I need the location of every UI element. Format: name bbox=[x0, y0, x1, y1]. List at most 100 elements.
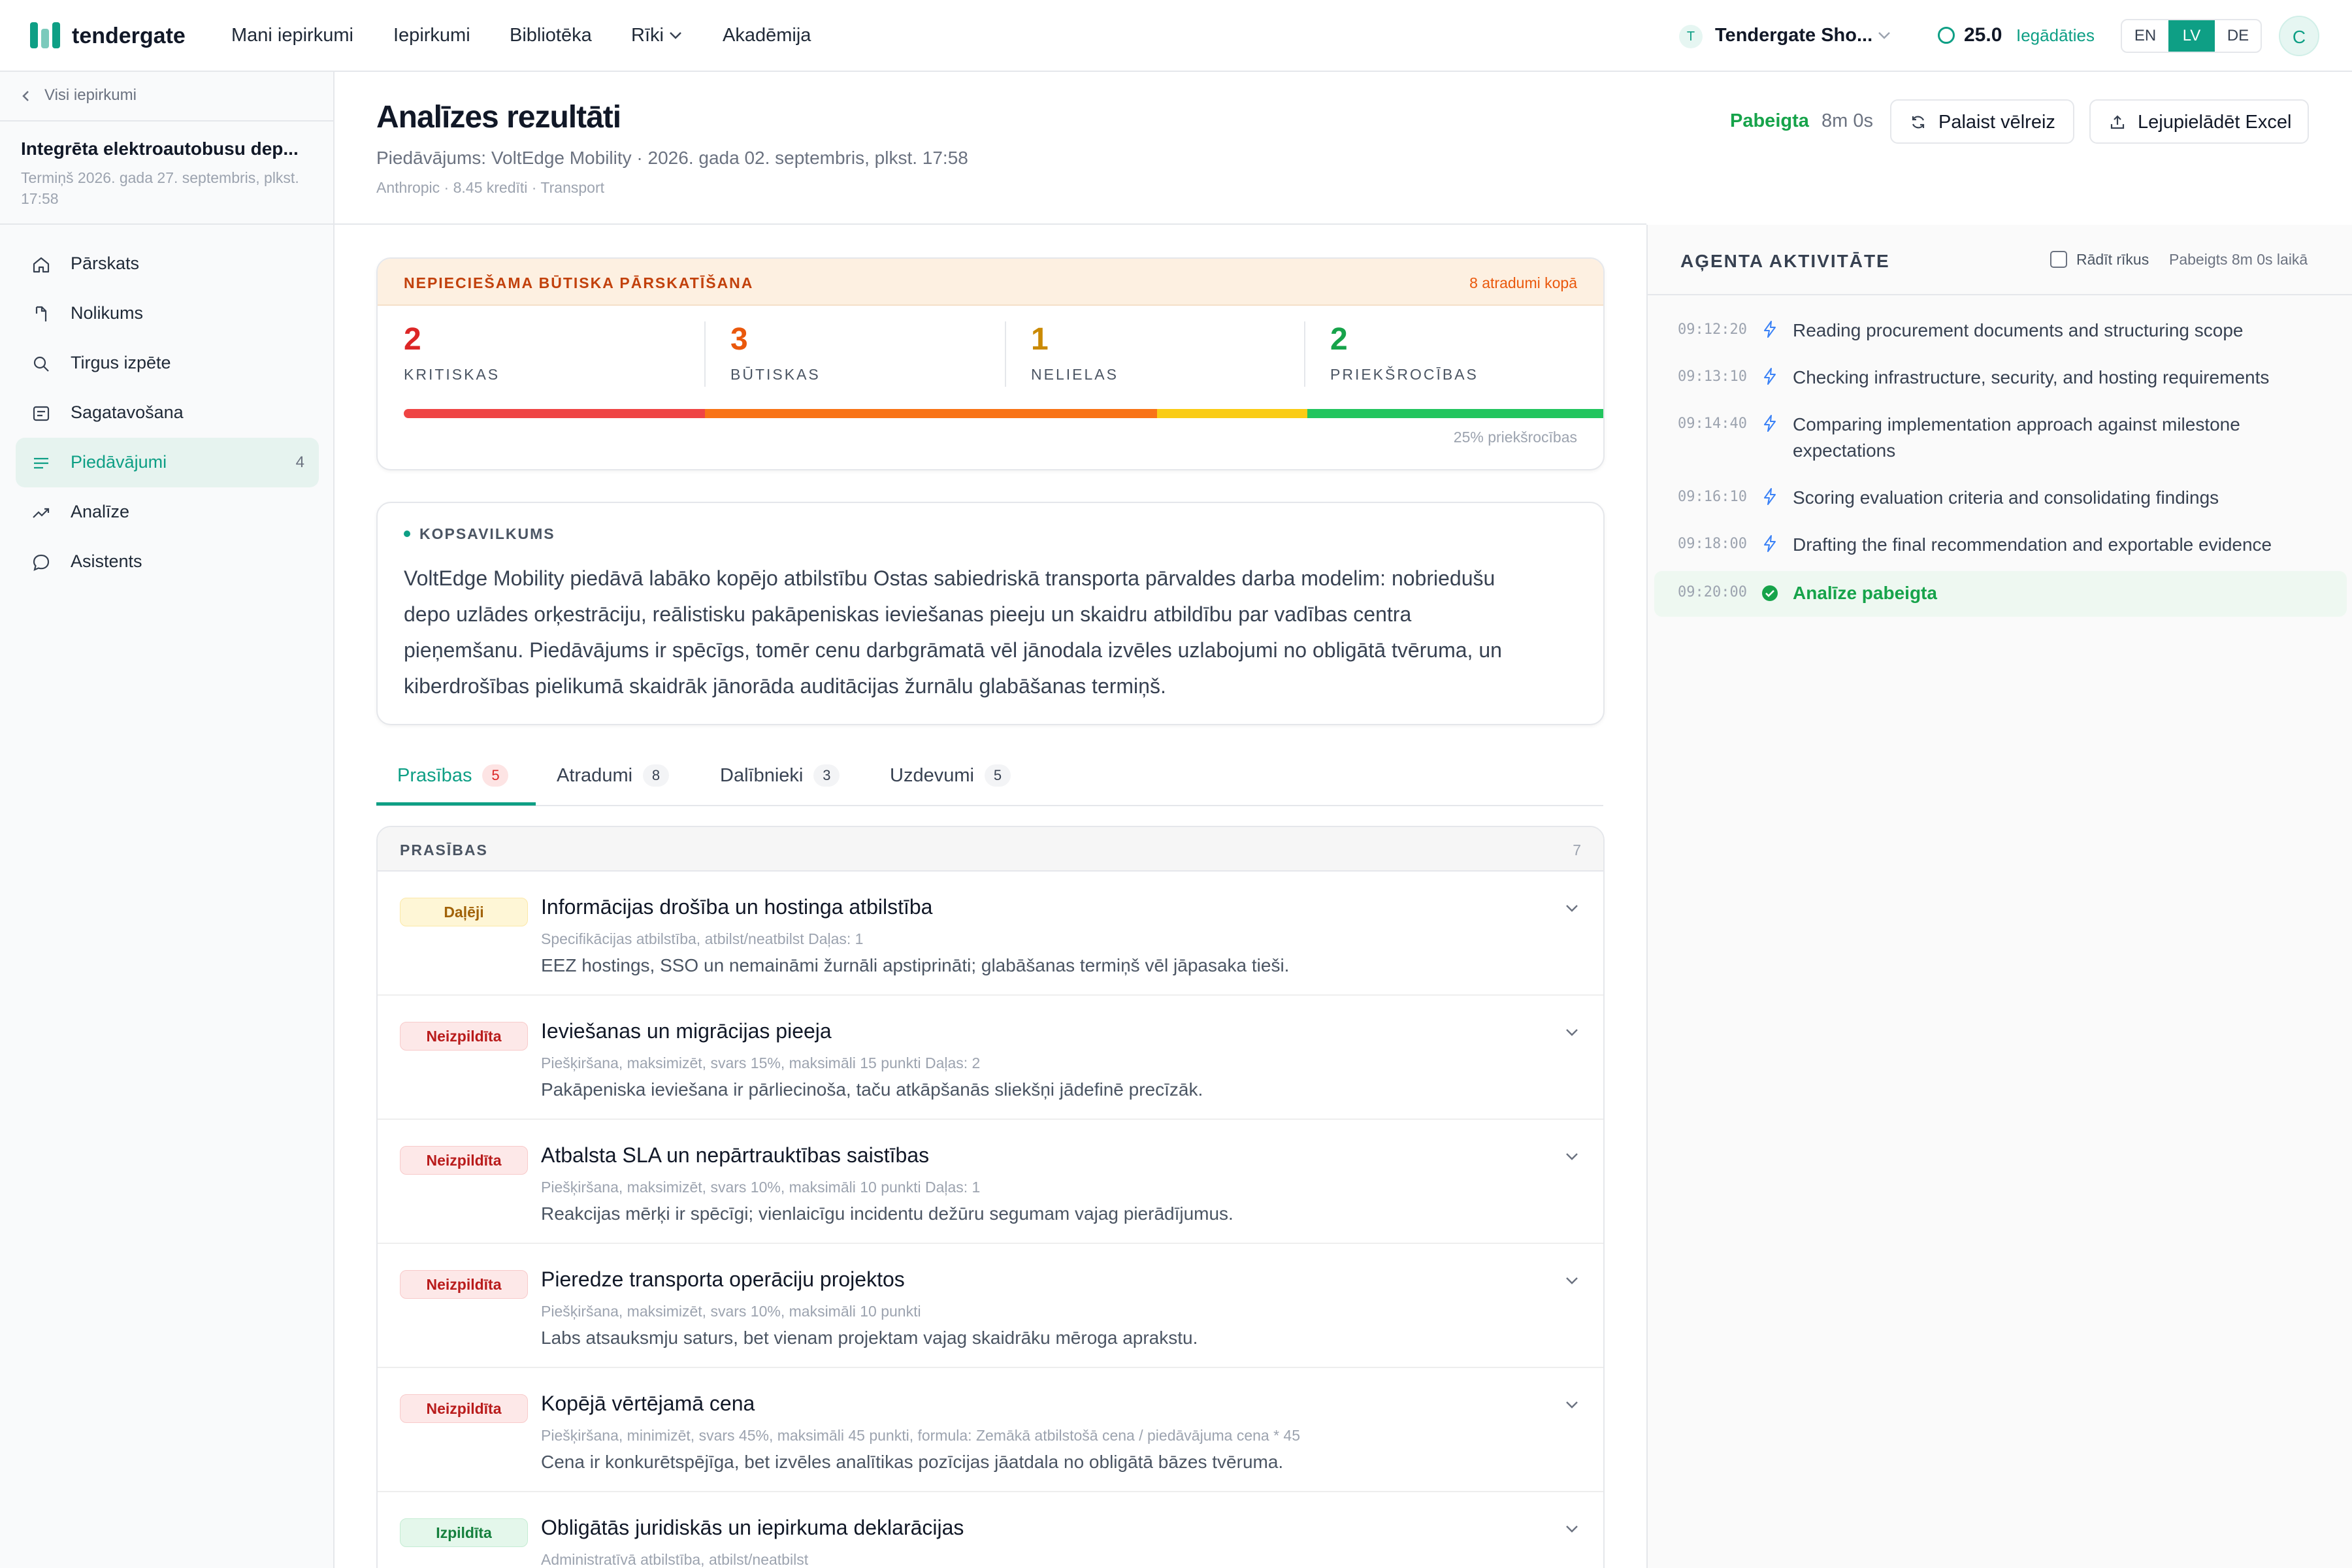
logo-icon[interactable] bbox=[30, 22, 60, 48]
requirement-title: Obligātās juridiskās un iepirkuma deklar… bbox=[541, 1516, 964, 1539]
requirement-meta: Piešķiršana, minimizēt, svars 45%, maksi… bbox=[541, 1427, 1301, 1444]
sidebar-item-analysis[interactable]: Analīze bbox=[16, 487, 319, 537]
tab-participants[interactable]: Dalībnieki 3 bbox=[720, 764, 840, 787]
sidebar: Visi iepirkumi Integrēta elektroautobusu… bbox=[0, 72, 335, 1568]
show-tools-checkbox[interactable] bbox=[2050, 251, 2067, 268]
chevron-down-icon[interactable] bbox=[668, 29, 683, 42]
stat-value: 3 bbox=[730, 322, 748, 357]
lightning-icon bbox=[1764, 368, 1776, 385]
sidebar-item-bids[interactable]: Piedāvājumi 4 bbox=[16, 438, 319, 487]
summary-heading: KOPSAVILKUMS bbox=[419, 525, 555, 542]
sidebar-item-market-research[interactable]: Tirgus izpēte bbox=[16, 338, 319, 388]
user-avatar[interactable]: C bbox=[2279, 16, 2319, 56]
brand-name[interactable]: tendergate bbox=[72, 24, 186, 49]
chevron-down-icon[interactable] bbox=[1563, 1520, 1581, 1538]
activity-event: 09:14:40 Comparing implementation approa… bbox=[1654, 408, 2347, 473]
back-to-tenders-link[interactable]: Visi iepirkumi bbox=[44, 86, 137, 105]
top-bar: tendergate Mani iepirkumi Iepirkumi Bibl… bbox=[0, 0, 2352, 72]
download-excel-button[interactable]: Lejupielādēt Excel bbox=[2089, 99, 2309, 144]
search-icon bbox=[33, 356, 49, 372]
divider bbox=[1304, 321, 1305, 387]
requirement-description: Cena ir konkurētspējīga, bet izvēles ana… bbox=[541, 1452, 1284, 1472]
agent-activity-header: AĢENTA AKTIVITĀTE Rādīt rīkus Pabeigts 8… bbox=[1648, 225, 2352, 295]
lang-lv[interactable]: LV bbox=[2168, 20, 2215, 52]
activity-event: 09:18:00 Drafting the final recommendati… bbox=[1654, 528, 2347, 567]
workspace-name[interactable]: Tendergate Sho... bbox=[1715, 25, 1872, 46]
bullet-dot-icon bbox=[404, 531, 410, 537]
requirement-row[interactable]: Neizpildīta Atbalsta SLA un nepārtrauktī… bbox=[378, 1120, 1603, 1244]
buy-credits-link[interactable]: Iegādāties bbox=[2016, 25, 2095, 46]
requirement-row[interactable]: Neizpildīta Pieredze transporta operācij… bbox=[378, 1244, 1603, 1368]
lang-de[interactable]: DE bbox=[2215, 20, 2261, 52]
advantages-share: 25% priekšrocības bbox=[1453, 429, 1577, 446]
nav-tenders[interactable]: Iepirkumi bbox=[393, 25, 470, 46]
requirement-row[interactable]: Daļēji Informācijas drošība un hostinga … bbox=[378, 872, 1603, 996]
sidebar-item-overview[interactable]: Pārskats bbox=[16, 239, 319, 289]
coin-icon bbox=[1938, 27, 1955, 44]
requirement-meta: Piešķiršana, maksimizēt, svars 15%, maks… bbox=[541, 1054, 981, 1071]
severity-bar-segment bbox=[1156, 409, 1307, 418]
sidebar-item-label: Analīze bbox=[71, 502, 130, 521]
requirement-title: Pieredze transporta operāciju projektos bbox=[541, 1267, 905, 1291]
status-badge: Neizpildīta bbox=[400, 1270, 528, 1299]
chat-icon bbox=[33, 554, 50, 571]
requirements-header: PRASĪBAS 7 bbox=[378, 827, 1603, 872]
tab-label: Atradumi bbox=[557, 765, 633, 786]
completed-in-text: Pabeigts 8m 0s laikā bbox=[2169, 251, 2308, 268]
lang-en[interactable]: EN bbox=[2122, 20, 2168, 52]
event-text: Drafting the final recommendation and ex… bbox=[1793, 534, 2272, 555]
sidebar-item-assistant[interactable]: Asistents bbox=[16, 537, 319, 587]
nav-tools[interactable]: Rīki bbox=[631, 25, 664, 46]
event-text: Scoring evaluation criteria and consolid… bbox=[1793, 487, 2219, 508]
sidebar-item-preparation[interactable]: Sagatavošana bbox=[16, 388, 319, 438]
status-badge: Neizpildīta bbox=[400, 1394, 528, 1423]
chevron-down-icon[interactable] bbox=[1563, 1396, 1581, 1414]
severity-bar-segment bbox=[705, 409, 1157, 418]
sidebar-item-regulations[interactable]: Nolikums bbox=[16, 289, 319, 338]
event-time: 09:18:00 bbox=[1678, 536, 1747, 552]
workspace-avatar[interactable]: T bbox=[1679, 25, 1703, 48]
stat-advantages: 2 PRIEKŠROCĪBAS bbox=[1330, 321, 1603, 406]
project-deadline: Termiņš 2026. gada 27. septembris, plkst… bbox=[21, 169, 299, 207]
requirement-description: Labs atsauksmju saturs, bet vienam proje… bbox=[541, 1328, 1198, 1348]
chevron-down-icon[interactable] bbox=[1563, 899, 1581, 917]
requirement-description: Pakāpeniska ieviešana ir pārliecinoša, t… bbox=[541, 1079, 1203, 1100]
chevron-down-icon[interactable] bbox=[1563, 1271, 1581, 1290]
nav-library[interactable]: Bibliotēka bbox=[510, 25, 592, 46]
event-text: Comparing implementation approach agains… bbox=[1793, 414, 2240, 461]
chevron-left-icon[interactable] bbox=[20, 89, 33, 103]
chevron-down-icon[interactable] bbox=[1563, 1023, 1581, 1041]
nav-my-tenders[interactable]: Mani iepirkumi bbox=[231, 25, 353, 46]
chevron-down-icon[interactable] bbox=[1563, 1147, 1581, 1166]
tab-count: 5 bbox=[482, 764, 509, 787]
rerun-label: Palaist vēlreiz bbox=[1938, 112, 2055, 133]
event-time: 09:14:40 bbox=[1678, 416, 1747, 432]
tab-requirements[interactable]: Prasības 5 bbox=[397, 764, 509, 787]
nav-academy[interactable]: Akadēmija bbox=[723, 25, 811, 46]
activity-event: 09:16:10 Scoring evaluation criteria and… bbox=[1654, 481, 2347, 520]
requirement-row[interactable]: Izpildīta Obligātās juridiskās un iepirk… bbox=[378, 1492, 1603, 1568]
severity-bar-segment bbox=[1307, 409, 1603, 418]
agent-activity-panel: AĢENTA AKTIVITĀTE Rādīt rīkus Pabeigts 8… bbox=[1646, 225, 2352, 1568]
credits-balance: 25.0 bbox=[1964, 24, 2002, 46]
tab-tasks[interactable]: Uzdevumi 5 bbox=[890, 764, 1011, 787]
requirement-row[interactable]: Neizpildīta Ieviešanas un migrācijas pie… bbox=[378, 996, 1603, 1120]
requirement-title: Kopējā vērtējamā cena bbox=[541, 1392, 755, 1415]
severity-card: NEPIECIEŠAMA BŪTISKA PĀRSKATĪŠANA 8 atra… bbox=[376, 257, 1605, 470]
stat-label: BŪTISKAS bbox=[730, 366, 821, 383]
bid-tags: Anthropic · 8.45 kredīti · Transport bbox=[376, 179, 604, 196]
tab-findings[interactable]: Atradumi 8 bbox=[557, 764, 670, 787]
event-time: 09:13:10 bbox=[1678, 368, 1747, 385]
status-badge: Daļēji bbox=[400, 898, 528, 926]
show-tools-label[interactable]: Rādīt rīkus bbox=[2076, 251, 2149, 269]
severity-header: NEPIECIEŠAMA BŪTISKA PĀRSKATĪŠANA 8 atra… bbox=[378, 259, 1603, 306]
project-title: Integrēta elektroautobusu dep... bbox=[21, 139, 299, 159]
activity-event: 09:13:10 Checking infrastructure, securi… bbox=[1654, 361, 2347, 400]
activity-event: 09:12:20 Reading procurement documents a… bbox=[1654, 314, 2347, 353]
chevron-down-icon[interactable] bbox=[1876, 29, 1892, 42]
tabs-divider bbox=[376, 805, 1603, 806]
rerun-button[interactable]: Palaist vēlreiz bbox=[1890, 99, 2074, 144]
event-time: 09:12:20 bbox=[1678, 321, 1747, 338]
requirement-row[interactable]: Neizpildīta Kopējā vērtējamā cena Piešķi… bbox=[378, 1368, 1603, 1492]
stat-label: NELIELAS bbox=[1031, 366, 1119, 383]
